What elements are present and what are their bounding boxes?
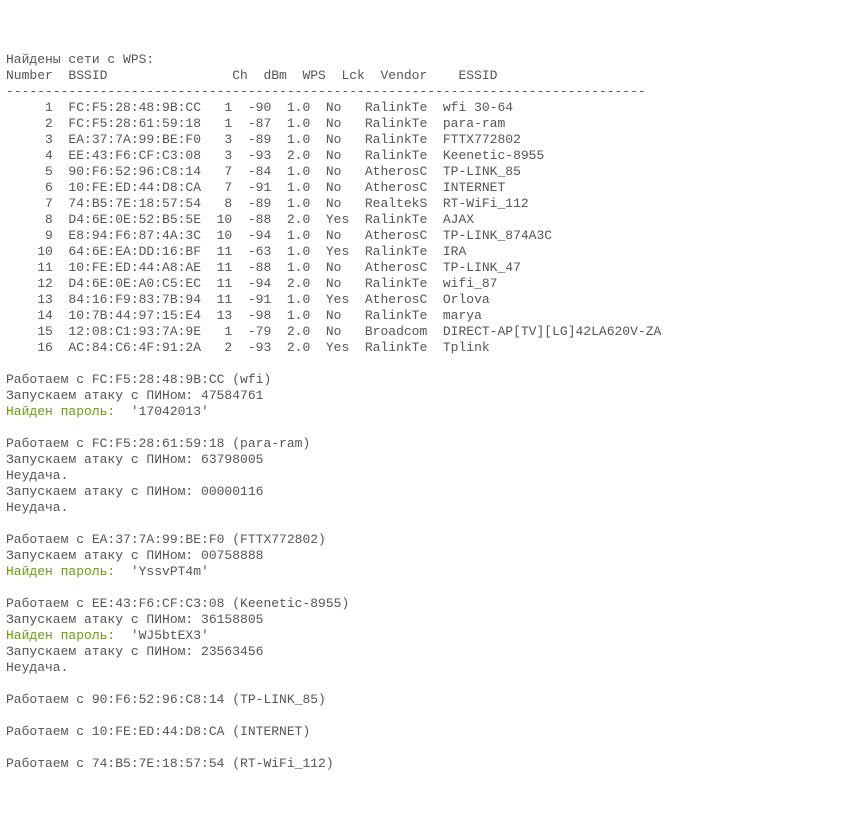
network-row: 2 FC:F5:28:61:59:18 1 -87 1.0 No RalinkT… [6, 116, 853, 132]
log-line: Работаем с EA:37:7A:99:BE:F0 (FTTX772802… [6, 532, 853, 548]
network-row: 16 AC:84:C6:4F:91:2A 2 -93 2.0 Yes Ralin… [6, 340, 853, 356]
network-row: 4 EE:43:F6:CF:C3:08 3 -93 2.0 No RalinkT… [6, 148, 853, 164]
log-line: Работаем с 90:F6:52:96:C8:14 (TP-LINK_85… [6, 692, 853, 708]
terminal-output: Найдены сети с WPS:Number BSSID Ch dBm W… [6, 52, 853, 772]
blank-line [6, 708, 853, 724]
blank-line [6, 676, 853, 692]
log-line: Запускаем атаку с ПИНом: 00000116 [6, 484, 853, 500]
log-line: Запускаем атаку с ПИНом: 63798005 [6, 452, 853, 468]
log-line: Работаем с EE:43:F6:CF:C3:08 (Keenetic-8… [6, 596, 853, 612]
network-row: 12 D4:6E:0E:A0:C5:EC 11 -94 2.0 No Ralin… [6, 276, 853, 292]
success-value: 'YssvPT4m' [115, 564, 209, 579]
network-row: 8 D4:6E:0E:52:B5:5E 10 -88 2.0 Yes Ralin… [6, 212, 853, 228]
network-row: 6 10:FE:ED:44:D8:CA 7 -91 1.0 No Atheros… [6, 180, 853, 196]
success-line: Найден пароль: 'WJ5btEX3' [6, 628, 853, 644]
columns-line: Number BSSID Ch dBm WPS Lck Vendor ESSID [6, 68, 853, 84]
network-row: 9 E8:94:F6:87:4A:3C 10 -94 1.0 No Athero… [6, 228, 853, 244]
success-value: 'WJ5btEX3' [115, 628, 209, 643]
success-label: Найден пароль: [6, 404, 115, 419]
log-line: Запускаем атаку с ПИНом: 23563456 [6, 644, 853, 660]
network-row: 7 74:B5:7E:18:57:54 8 -89 1.0 No Realtek… [6, 196, 853, 212]
network-row: 14 10:7B:44:97:15:E4 13 -98 1.0 No Ralin… [6, 308, 853, 324]
log-line: Работаем с 74:B5:7E:18:57:54 (RT-WiFi_11… [6, 756, 853, 772]
log-line: Запускаем атаку с ПИНом: 00758888 [6, 548, 853, 564]
blank-line [6, 580, 853, 596]
network-row: 13 84:16:F9:83:7B:94 11 -91 1.0 Yes Athe… [6, 292, 853, 308]
network-row: 5 90:F6:52:96:C8:14 7 -84 1.0 No Atheros… [6, 164, 853, 180]
log-line: Работаем с FC:F5:28:48:9B:CC (wfi) [6, 372, 853, 388]
network-row: 3 EA:37:7A:99:BE:F0 3 -89 1.0 No RalinkT… [6, 132, 853, 148]
log-line: Неудача. [6, 468, 853, 484]
success-label: Найден пароль: [6, 564, 115, 579]
blank-line [6, 356, 853, 372]
log-line: Запускаем атаку с ПИНом: 47584761 [6, 388, 853, 404]
blank-line [6, 516, 853, 532]
log-line: Неудача. [6, 500, 853, 516]
network-row: 10 64:6E:EA:DD:16:BF 11 -63 1.0 Yes Rali… [6, 244, 853, 260]
blank-line [6, 420, 853, 436]
success-line: Найден пароль: '17042013' [6, 404, 853, 420]
log-line: Запускаем атаку с ПИНом: 36158805 [6, 612, 853, 628]
network-row: 1 FC:F5:28:48:9B:CC 1 -90 1.0 No RalinkT… [6, 100, 853, 116]
success-line: Найден пароль: 'YssvPT4m' [6, 564, 853, 580]
network-row: 15 12:08:C1:93:7A:9E 1 -79 2.0 No Broadc… [6, 324, 853, 340]
separator-line: ----------------------------------------… [6, 84, 853, 100]
blank-line [6, 740, 853, 756]
success-value: '17042013' [115, 404, 209, 419]
header-line: Найдены сети с WPS: [6, 52, 853, 68]
log-line: Работаем с FC:F5:28:61:59:18 (para-ram) [6, 436, 853, 452]
network-row: 11 10:FE:ED:44:A8:AE 11 -88 1.0 No Ather… [6, 260, 853, 276]
success-label: Найден пароль: [6, 628, 115, 643]
log-line: Работаем с 10:FE:ED:44:D8:CA (INTERNET) [6, 724, 853, 740]
log-line: Неудача. [6, 660, 853, 676]
